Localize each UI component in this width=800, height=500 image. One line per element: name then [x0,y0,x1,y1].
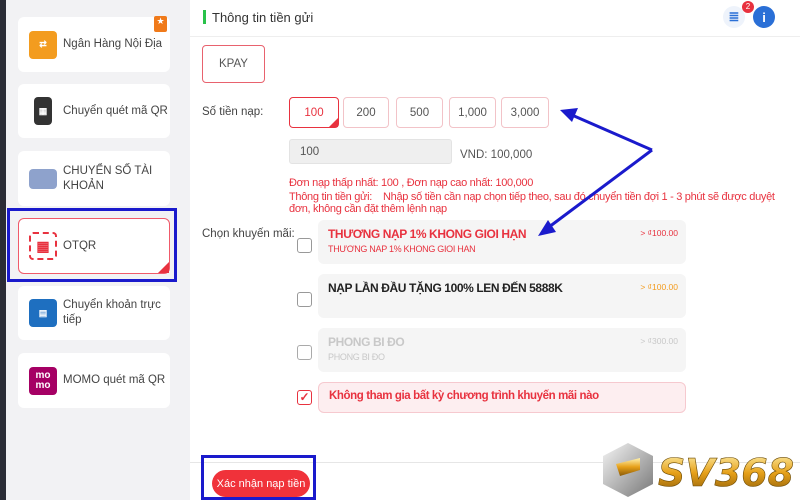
annotation-arrows [538,108,653,236]
